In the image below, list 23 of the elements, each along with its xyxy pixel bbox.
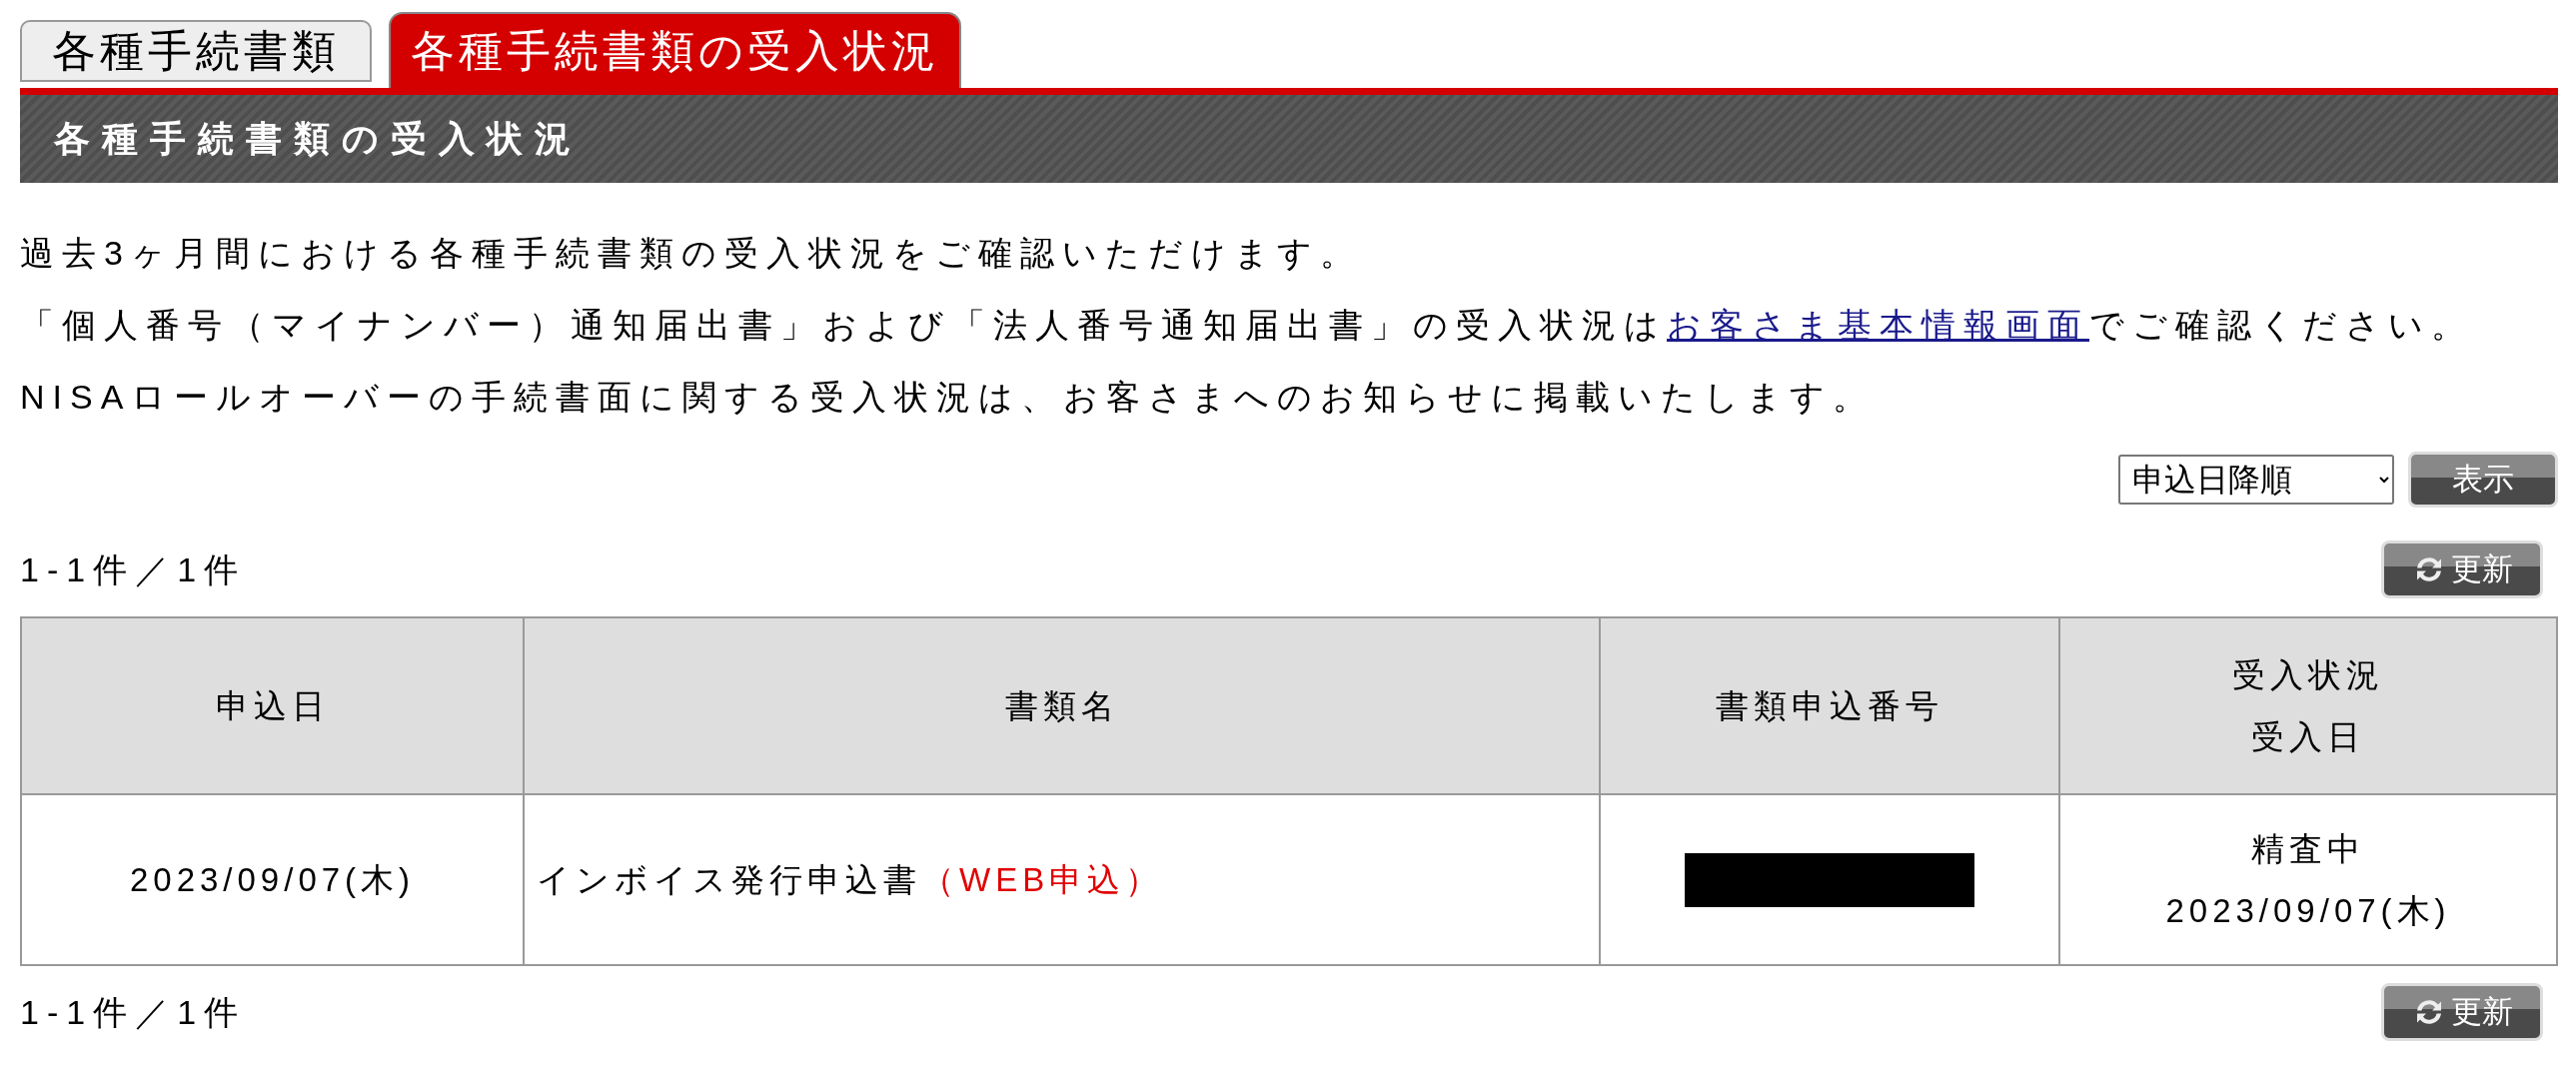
- show-button[interactable]: 表示: [2408, 452, 2558, 508]
- column-header: 書類名: [1003, 685, 1120, 726]
- notice-text: 過去3ヶ月間における各種手続書類の受入状況をご確認いただけます。: [20, 233, 1363, 274]
- result-count: 1-1件／1件: [20, 548, 247, 590]
- column-header: 書類申込番号: [1715, 685, 1944, 726]
- refresh-button[interactable]: 更新: [2381, 983, 2543, 1041]
- refresh-button[interactable]: 更新: [2381, 540, 2543, 598]
- column-header: 申込日: [214, 685, 331, 726]
- notice-text: NISAロールオーバーの手続書面に関する受入状況は、お客さまへのお知らせに掲載いたします。: [20, 377, 1877, 418]
- sort-select[interactable]: 申込日降順: [2118, 455, 2394, 505]
- received-date: 2023/09/07(木): [2164, 890, 2452, 931]
- document-name: インボイス発行申込書: [537, 860, 921, 898]
- basic-info-link[interactable]: お客さま基本情報画面: [1667, 306, 2089, 344]
- tab[interactable]: 各種手続書類の受入状況: [389, 12, 961, 88]
- result-count: 1-1件／1件: [20, 991, 247, 1033]
- web-application-tag: （WEB申込）: [921, 860, 1164, 898]
- section-title: 各種手続書類の受入状況: [54, 117, 583, 161]
- tab[interactable]: 各種手続書類: [20, 20, 372, 82]
- date-cell: 2023/09/07(木): [129, 860, 416, 898]
- notice-text: 「個人番号（マイナンバー）通知届出書」および「法人番号通知届出書」の受入状況は お客さま基本情報画面 でご確認ください。: [20, 305, 2474, 346]
- status-text: 精査中: [2250, 828, 2366, 869]
- column-header: 受入日: [2250, 716, 2366, 757]
- column-header: 受入状況: [2231, 654, 2385, 695]
